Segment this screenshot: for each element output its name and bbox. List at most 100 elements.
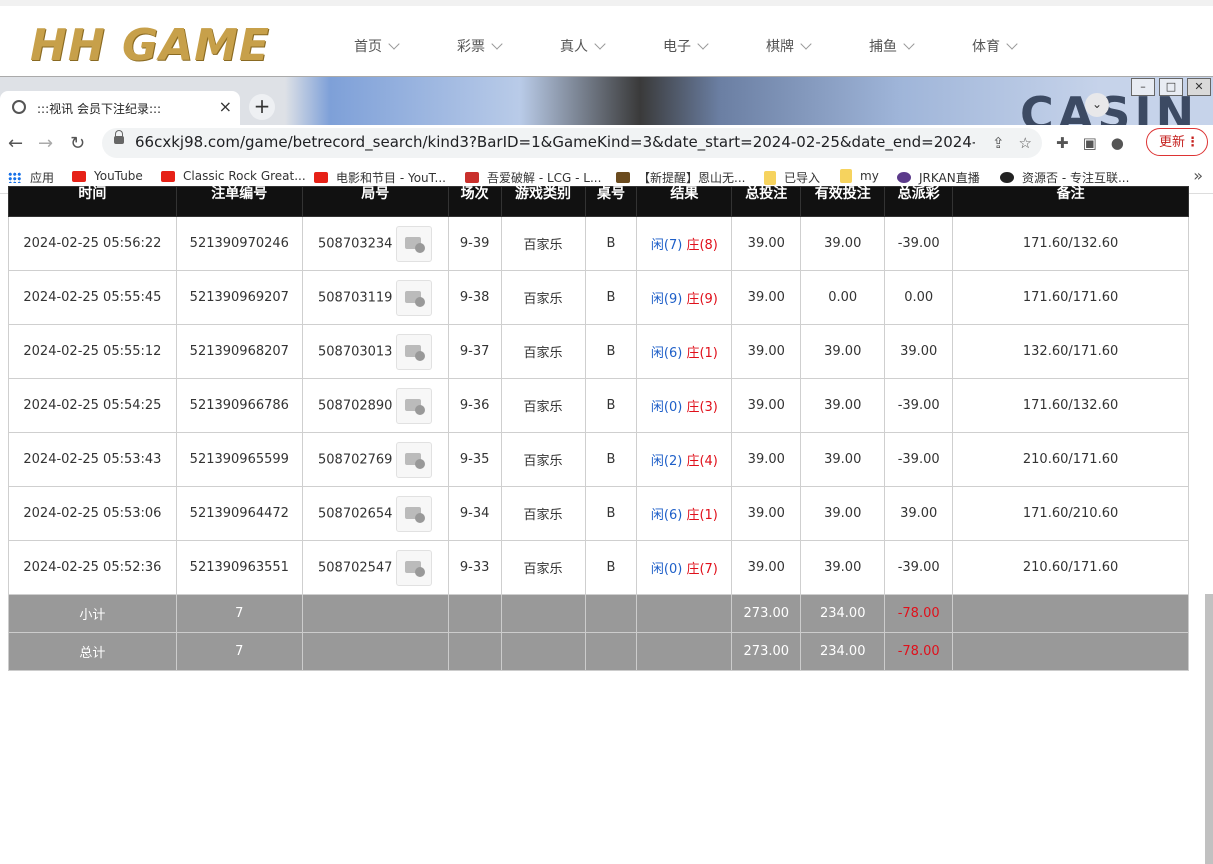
cell-bet-id: 521390969207 [175, 270, 303, 325]
cell-result: 闲(6) 庄(1) [636, 324, 733, 379]
video-replay-icon[interactable] [396, 225, 433, 262]
header-payout[interactable]: 总派彩 [884, 186, 954, 217]
url-text[interactable]: 66cxkj98.com/game/betrecord_search/kind3… [135, 133, 975, 151]
forward-arrow-icon[interactable]: → [38, 133, 53, 154]
site-logo[interactable]: HH GAME [30, 14, 300, 78]
address-bar[interactable]: 66cxkj98.com/game/betrecord_search/kind3… [102, 128, 1042, 158]
cell-note: 171.60/132.60 [952, 216, 1189, 271]
scrollbar[interactable] [1205, 594, 1213, 864]
video-replay-icon[interactable] [396, 549, 433, 586]
bookmark-label: 应用 [30, 171, 55, 185]
new-tab-button[interactable]: + [249, 94, 275, 120]
update-button[interactable]: 更新 ⋮ [1146, 128, 1208, 156]
cell-payout: 39.00 [884, 324, 954, 379]
cell-total-bet[interactable]: 39.00 [731, 216, 802, 271]
header-table-no[interactable]: 桌号 [584, 186, 638, 217]
cell-valid-bet: 39.00 [800, 486, 886, 541]
side-panel-icon[interactable]: ▣ [1083, 134, 1097, 152]
lock-icon[interactable] [114, 130, 124, 144]
header-game-type[interactable]: 游戏类别 [500, 186, 586, 217]
cell-total-bet[interactable]: 39.00 [731, 486, 802, 541]
result-player: 闲(9) [650, 292, 683, 307]
header-valid-bet[interactable]: 有效投注 [800, 186, 886, 217]
chevron-down-icon [388, 38, 400, 50]
cell-total-bet[interactable]: 39.00 [731, 540, 802, 595]
tab-search-button[interactable]: ⌄ [1085, 93, 1109, 117]
bookmark-ziyuanfou[interactable]: 资源否 - 专注互联... [1000, 169, 1129, 186]
cell-total-bet[interactable]: 39.00 [731, 378, 802, 433]
empty-cell [301, 594, 449, 633]
nav-item-home[interactable]: 首页 [354, 36, 457, 56]
profile-icon[interactable]: ● [1111, 134, 1124, 152]
nav-item-live[interactable]: 真人 [560, 36, 663, 56]
video-replay-icon[interactable] [396, 279, 433, 316]
cell-table-no: B [584, 324, 638, 379]
52pojie-icon [465, 172, 479, 183]
restore-button[interactable]: □ [1159, 78, 1183, 96]
cell-time: 2024-02-25 05:56:22 [8, 216, 177, 271]
bookmark-youtube[interactable]: YouTube [72, 169, 143, 183]
bookmark-enshan[interactable]: 【新提醒】恩山无... [616, 169, 745, 186]
bookmark-classic-rock[interactable]: Classic Rock Great... [161, 169, 306, 183]
cell-table-no: B [584, 540, 638, 595]
cell-time: 2024-02-25 05:55:12 [8, 324, 177, 379]
back-arrow-icon[interactable]: ← [8, 133, 23, 154]
star-icon[interactable]: ☆ [1019, 134, 1032, 152]
cell-bet-id: 521390970246 [175, 216, 303, 271]
cell-table-no: B [584, 432, 638, 487]
cell-time: 2024-02-25 05:53:43 [8, 432, 177, 487]
close-window-button[interactable]: ✕ [1187, 78, 1211, 96]
minimize-button[interactable]: – [1131, 78, 1155, 96]
menu-dots-icon[interactable]: ⋮ [1186, 129, 1199, 157]
header-session[interactable]: 场次 [447, 186, 502, 217]
video-replay-icon[interactable] [396, 495, 433, 532]
cell-total-bet[interactable]: 39.00 [731, 432, 802, 487]
cell-valid-bet: 39.00 [800, 216, 886, 271]
cell-session: 9-38 [447, 270, 502, 325]
cell-total-bet[interactable]: 39.00 [731, 270, 802, 325]
cell-result: 闲(2) 庄(4) [636, 432, 733, 487]
header-bet-id[interactable]: 注单编号 [175, 186, 303, 217]
header-note[interactable]: 备注 [952, 186, 1189, 217]
nav-item-fishing[interactable]: 捕鱼 [869, 36, 972, 56]
tab-close-button[interactable]: × [219, 97, 232, 116]
video-replay-icon[interactable] [396, 441, 433, 478]
reload-icon[interactable]: ↻ [70, 133, 85, 154]
cell-result: 闲(0) 庄(3) [636, 378, 733, 433]
video-replay-icon[interactable] [396, 333, 433, 370]
bookmark-apps[interactable]: 应用 [8, 169, 54, 186]
header-result[interactable]: 结果 [636, 186, 733, 217]
cell-bet-id: 521390968207 [175, 324, 303, 379]
bookmark-my[interactable]: my [840, 169, 879, 183]
globe-icon [12, 100, 26, 114]
bookmark-jrkan[interactable]: JRKAN直播 [897, 169, 980, 186]
nav-item-slots[interactable]: 电子 [663, 36, 766, 56]
table-header-row: 时间 注单编号 局号 场次 游戏类别 桌号 结果 总投注 有效投注 总派彩 备注 [8, 186, 1189, 217]
nav-item-cards[interactable]: 棋牌 [766, 36, 869, 56]
result-banker: 庄(9) [686, 292, 718, 307]
nav-item-sports[interactable]: 体育 [972, 36, 1075, 56]
extensions-icon[interactable]: ✚ [1056, 134, 1069, 152]
bookmark-imported[interactable]: 已导入 [764, 169, 820, 186]
share-icon[interactable]: ⇪ [992, 134, 1005, 152]
cell-table-no: B [584, 378, 638, 433]
bookmark-label: my [860, 169, 879, 183]
bookmark-movies[interactable]: 电影和节目 - YouT... [314, 169, 446, 186]
nav-item-lottery[interactable]: 彩票 [457, 36, 560, 56]
cell-note: 171.60/171.60 [952, 270, 1189, 325]
total-total-bet: 273.00 [731, 632, 802, 671]
bookmarks-overflow-button[interactable]: » [1193, 166, 1203, 185]
header-total-bet[interactable]: 总投注 [731, 186, 802, 217]
result-banker: 庄(8) [686, 238, 718, 253]
header-time[interactable]: 时间 [8, 186, 177, 217]
browser-window: :::视讯 会员下注纪录::: × + CASIN ⌄ – □ ✕ ← → ↻ … [0, 76, 1213, 195]
cell-note: 132.60/171.60 [952, 324, 1189, 379]
video-replay-icon[interactable] [396, 387, 433, 424]
cell-result: 闲(6) 庄(1) [636, 486, 733, 541]
result-banker: 庄(1) [686, 346, 718, 361]
bookmark-label: 【新提醒】恩山无... [638, 171, 746, 185]
bookmark-52pojie[interactable]: 吾爱破解 - LCG - L... [465, 169, 601, 186]
header-round[interactable]: 局号 [301, 186, 449, 217]
cell-total-bet[interactable]: 39.00 [731, 324, 802, 379]
browser-tab[interactable]: :::视讯 会员下注纪录::: × [0, 91, 240, 125]
